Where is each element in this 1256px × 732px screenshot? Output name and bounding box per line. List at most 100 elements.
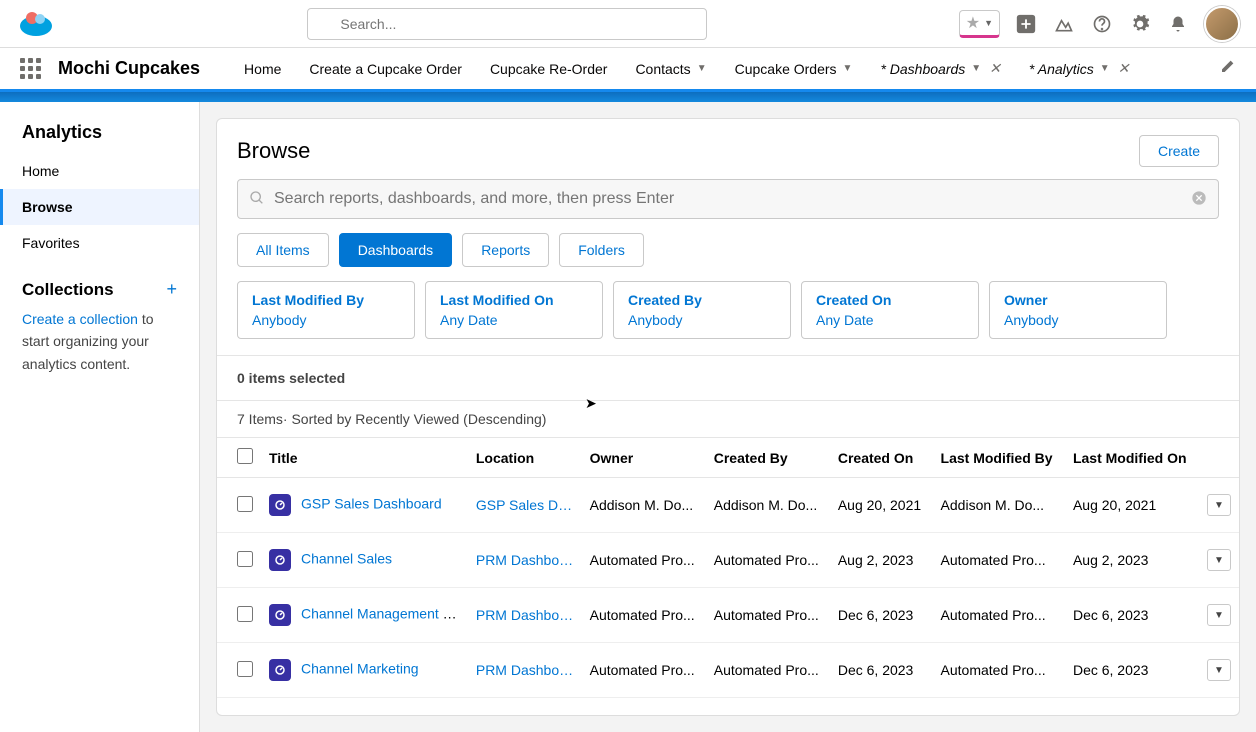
column-owner[interactable]: Owner bbox=[582, 438, 706, 478]
cell-created_on: Dec 6, 2023 bbox=[830, 588, 933, 643]
item-title-link[interactable]: Channel Marketing bbox=[301, 661, 419, 677]
select-all-checkbox[interactable] bbox=[237, 448, 253, 464]
row-actions-menu[interactable]: ▼ bbox=[1207, 659, 1231, 681]
filter-chip-dashboards[interactable]: Dashboards bbox=[339, 233, 453, 267]
table-row: Channel Management Ov...PRM Dashboar...A… bbox=[217, 588, 1239, 643]
user-avatar[interactable] bbox=[1204, 6, 1240, 42]
nav-bar: Mochi Cupcakes Home Create a Cupcake Orde… bbox=[0, 48, 1256, 92]
global-header: ★ ▼ bbox=[0, 0, 1256, 48]
row-checkbox[interactable] bbox=[237, 606, 253, 622]
filter-label: Last Modified On bbox=[440, 292, 588, 308]
item-title-link[interactable]: GSP Sales Dashboard bbox=[301, 496, 442, 512]
item-location-link[interactable]: PRM Dashboar... bbox=[468, 533, 582, 588]
filter-chip-folders[interactable]: Folders bbox=[559, 233, 644, 267]
filter-value: Any Date bbox=[816, 312, 964, 328]
cell-created_on: Dec 6, 2023 bbox=[830, 643, 933, 698]
cell-created_by: Automated Pro... bbox=[706, 643, 830, 698]
cell-modified_by: Addison M. Do... bbox=[933, 478, 1065, 533]
nav-tab--dashboards[interactable]: * Dashboards▼✕ bbox=[866, 49, 1014, 89]
chevron-down-icon: ▼ bbox=[984, 18, 993, 28]
help-icon[interactable] bbox=[1090, 12, 1114, 36]
edit-nav-icon[interactable] bbox=[1208, 58, 1248, 79]
filter-value: Anybody bbox=[252, 312, 400, 328]
chevron-down-icon[interactable]: ▼ bbox=[971, 63, 981, 74]
filter-last-modified-on[interactable]: Last Modified On Any Date bbox=[425, 281, 603, 339]
column-last-modified-on[interactable]: Last Modified On bbox=[1065, 438, 1199, 478]
nav-tab--analytics[interactable]: * Analytics▼✕ bbox=[1015, 49, 1143, 89]
cell-created_by: Automated Pro... bbox=[706, 533, 830, 588]
column-created-by[interactable]: Created By bbox=[706, 438, 830, 478]
filter-last-modified-by[interactable]: Last Modified ByAnybody bbox=[237, 281, 415, 339]
add-icon[interactable] bbox=[1014, 12, 1038, 36]
cell-created_by: Automated Pro... bbox=[706, 588, 830, 643]
clear-search-icon[interactable] bbox=[1191, 190, 1207, 211]
sidebar-item-browse[interactable]: Browse bbox=[0, 189, 199, 225]
row-checkbox[interactable] bbox=[237, 496, 253, 512]
filter-value: Any Date bbox=[440, 312, 588, 328]
item-title-link[interactable]: Channel Management Ov... bbox=[301, 606, 468, 622]
star-icon: ★ bbox=[966, 13, 980, 33]
nav-tab-cupcake-orders[interactable]: Cupcake Orders▼ bbox=[721, 49, 867, 89]
settings-icon[interactable] bbox=[1128, 12, 1152, 36]
filter-created-by[interactable]: Created By Anybody bbox=[613, 281, 791, 339]
chevron-down-icon[interactable]: ▼ bbox=[1100, 63, 1110, 74]
row-actions-menu[interactable]: ▼ bbox=[1207, 549, 1231, 571]
app-name: Mochi Cupcakes bbox=[58, 58, 200, 79]
trailhead-icon[interactable] bbox=[1052, 12, 1076, 36]
nav-tab-home[interactable]: Home bbox=[230, 49, 295, 89]
nav-tab-cupcake-re-order[interactable]: Cupcake Re-Order bbox=[476, 49, 622, 89]
sidebar-item-favorites[interactable]: Favorites bbox=[0, 225, 199, 261]
cell-modified_by: Automated Pro... bbox=[933, 643, 1065, 698]
column-title[interactable]: Title bbox=[261, 438, 468, 478]
cell-created_on: Aug 20, 2021 bbox=[830, 478, 933, 533]
chevron-down-icon[interactable]: ▼ bbox=[697, 63, 707, 74]
create-button[interactable]: Create bbox=[1139, 135, 1219, 167]
filter-label: Created On bbox=[816, 292, 964, 308]
cell-owner: Addison M. Do... bbox=[582, 478, 706, 533]
create-collection-link[interactable]: Create a collection bbox=[22, 311, 138, 327]
collections-help-text: Create a collection to start organizing … bbox=[0, 308, 199, 375]
add-collection-icon[interactable]: + bbox=[166, 279, 177, 300]
row-actions-menu[interactable]: ▼ bbox=[1207, 494, 1231, 516]
item-title-link[interactable]: Channel Sales bbox=[301, 551, 392, 567]
filter-created-on[interactable]: Created On Any Date bbox=[801, 281, 979, 339]
item-location-link[interactable]: PRM Dashboar... bbox=[468, 588, 582, 643]
row-actions-menu[interactable]: ▼ bbox=[1207, 604, 1231, 626]
nav-tab-label: Home bbox=[244, 61, 281, 77]
page-title: Browse bbox=[237, 138, 310, 164]
favorites-menu[interactable]: ★ ▼ bbox=[959, 10, 1000, 38]
nav-tab-create-a-cupcake-order[interactable]: Create a Cupcake Order bbox=[295, 49, 476, 89]
column-created-on[interactable]: Created On bbox=[830, 438, 933, 478]
cell-modified_on: Aug 2, 2023 bbox=[1065, 533, 1199, 588]
global-search-input[interactable] bbox=[307, 8, 707, 40]
nav-tab-contacts[interactable]: Contacts▼ bbox=[621, 49, 720, 89]
browse-search-input[interactable] bbox=[237, 179, 1219, 219]
sidebar-item-home[interactable]: Home bbox=[0, 153, 199, 189]
sidebar: Analytics Home Browse Favorites Collecti… bbox=[0, 102, 200, 732]
filter-chip-all-items[interactable]: All Items bbox=[237, 233, 329, 267]
table-row: Channel Sales PRM Dashboar... Automated Pr… bbox=[217, 533, 1239, 588]
chevron-down-icon[interactable]: ▼ bbox=[843, 63, 853, 74]
cell-modified_on: Dec 6, 2023 bbox=[1065, 643, 1199, 698]
filter-value: Anybody bbox=[628, 312, 776, 328]
cell-modified_on: Aug 20, 2021 bbox=[1065, 478, 1199, 533]
app-launcher-icon[interactable] bbox=[16, 55, 44, 83]
notifications-icon[interactable] bbox=[1166, 12, 1190, 36]
item-location-link[interactable]: PRM Dashboar... bbox=[468, 643, 582, 698]
row-checkbox[interactable] bbox=[237, 661, 253, 677]
filter-chip-reports[interactable]: Reports bbox=[462, 233, 549, 267]
sort-status: 7 Items· Sorted by Recently Viewed (Desc… bbox=[217, 401, 1239, 437]
close-tab-icon[interactable]: ✕ bbox=[989, 60, 1001, 77]
filter-value: Anybody bbox=[1004, 312, 1152, 328]
salesforce-logo[interactable] bbox=[16, 4, 56, 44]
cell-owner: Automated Pro... bbox=[582, 643, 706, 698]
column-last-modified-by[interactable]: Last Modified By bbox=[933, 438, 1065, 478]
filter-label: Created By bbox=[628, 292, 776, 308]
selection-status: 0 items selected bbox=[217, 356, 1239, 400]
row-checkbox[interactable] bbox=[237, 551, 253, 567]
column-location[interactable]: Location bbox=[468, 438, 582, 478]
close-tab-icon[interactable]: ✕ bbox=[1118, 60, 1130, 77]
cell-owner: Automated Pro... bbox=[582, 588, 706, 643]
filter-owner[interactable]: OwnerAnybody bbox=[989, 281, 1167, 339]
item-location-link[interactable]: GSP Sales Das... bbox=[468, 478, 582, 533]
